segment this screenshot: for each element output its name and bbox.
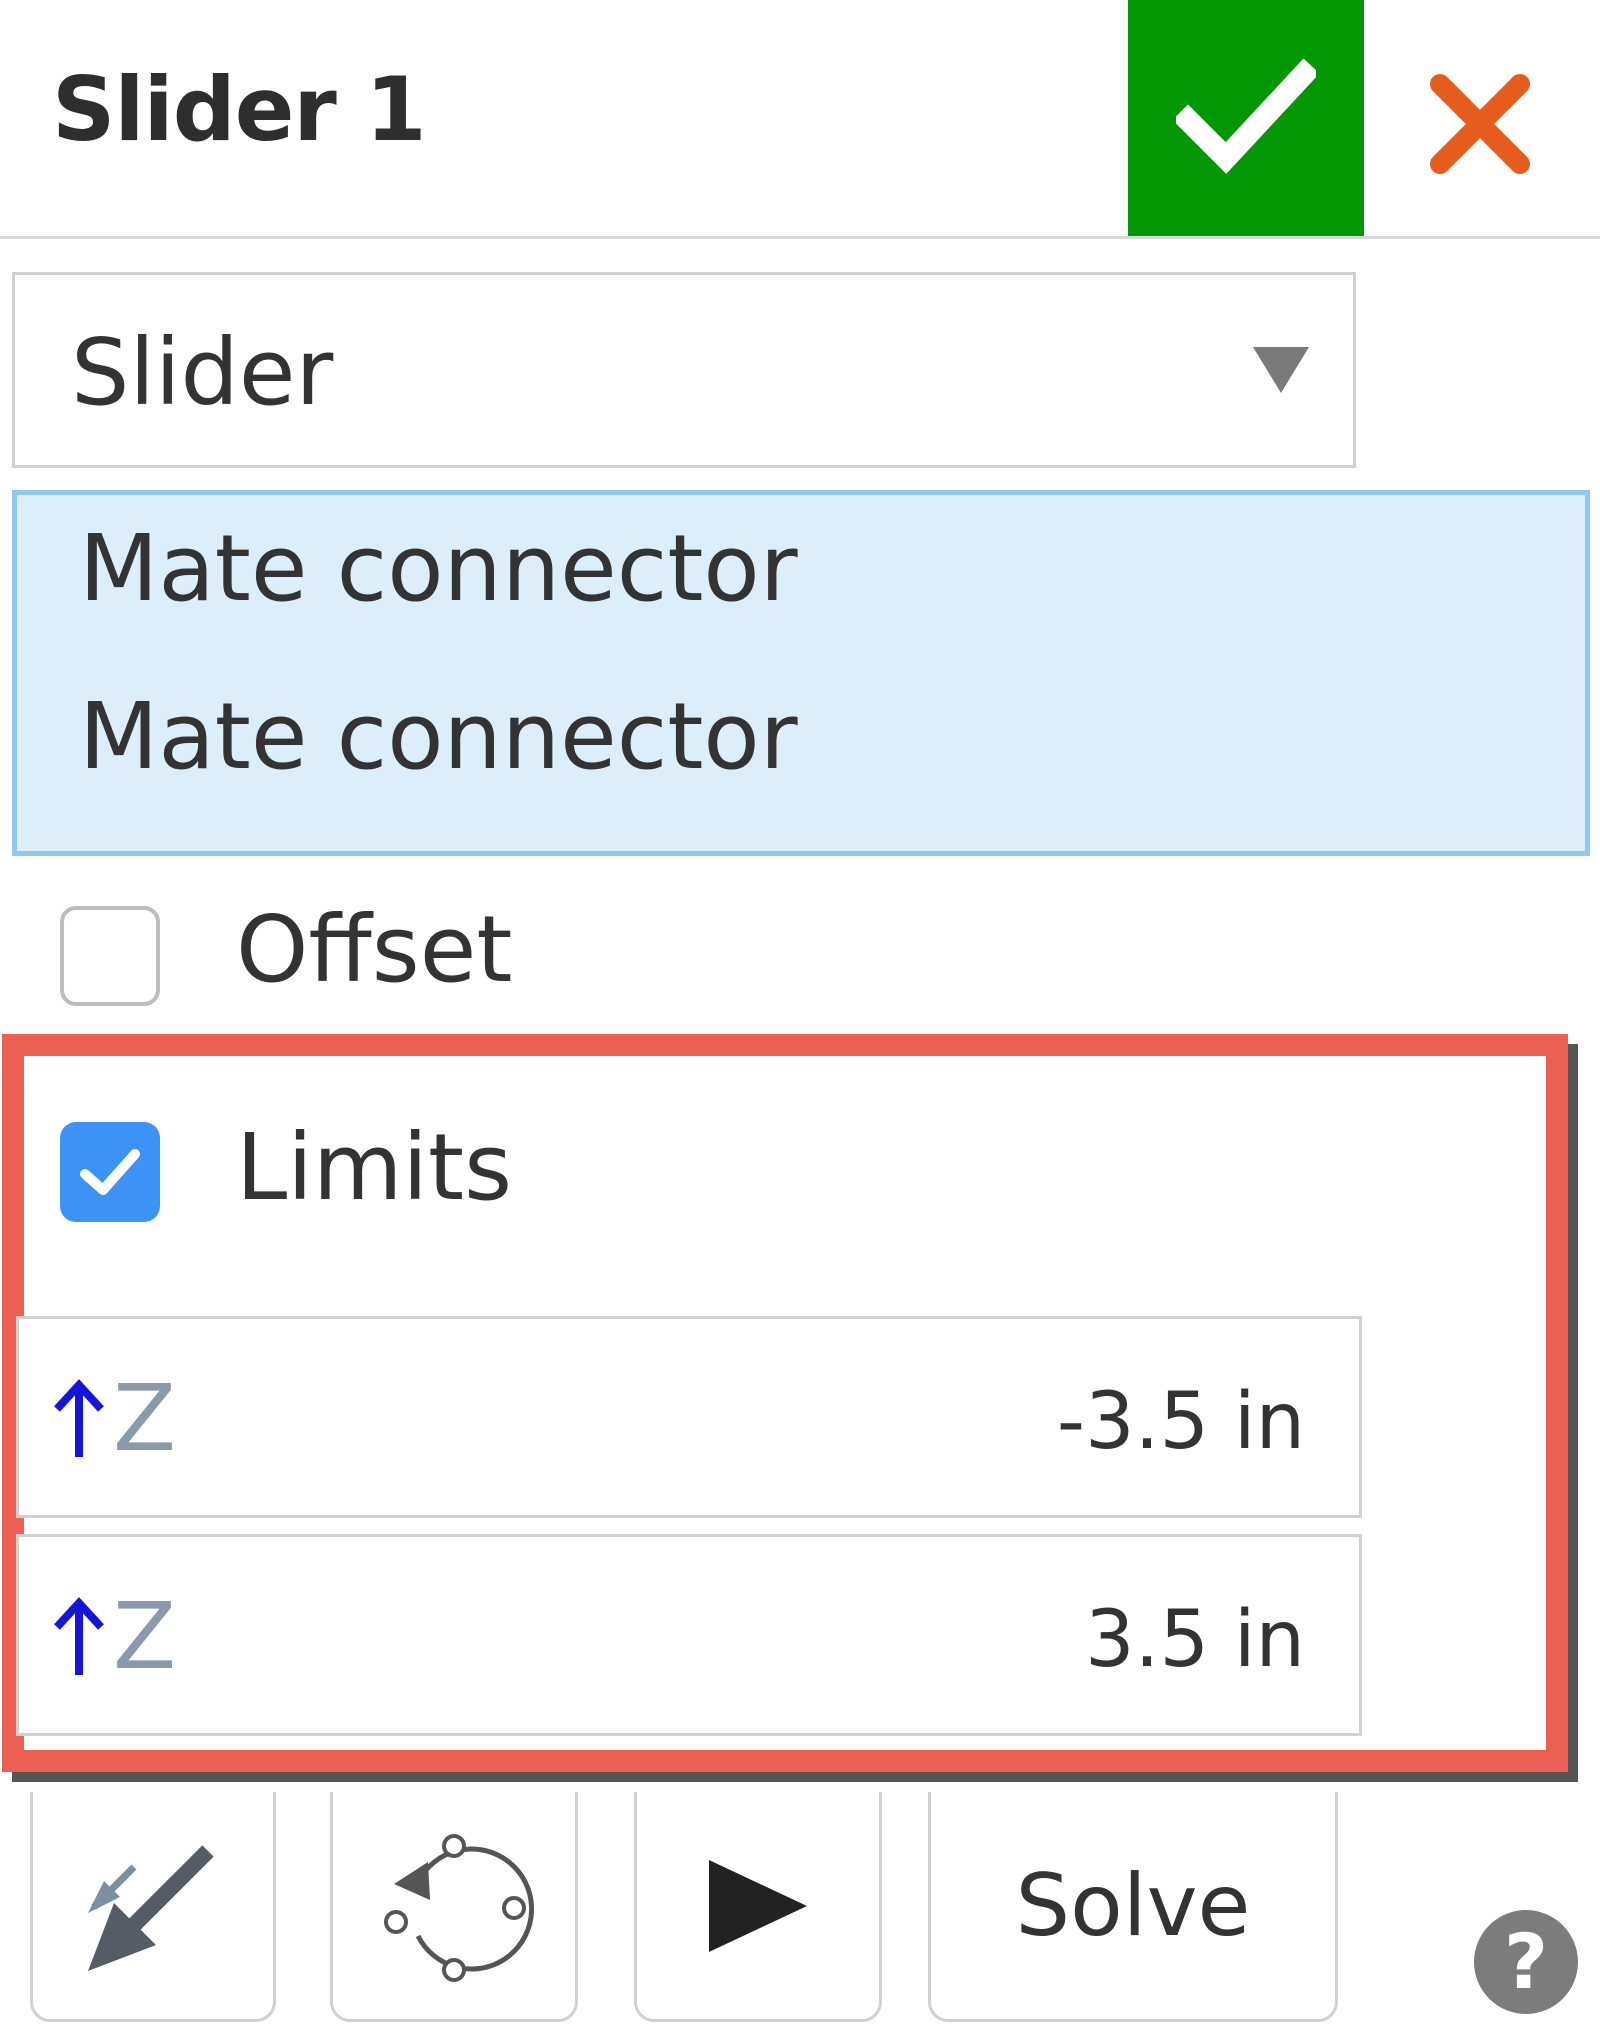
offset-label: Offset (236, 896, 513, 1003)
accept-button[interactable] (1128, 0, 1364, 236)
help-icon[interactable]: ? (1474, 1910, 1578, 2014)
checkmark-icon (80, 1149, 140, 1195)
reorient-secondary-axis-icon (384, 1833, 534, 1982)
limit-axis: Z (51, 1373, 176, 1465)
limit-max-input[interactable]: Z 3.5 in (16, 1534, 1362, 1736)
header-divider (0, 236, 1600, 239)
close-icon (1430, 74, 1530, 174)
axis-letter: Z (113, 1583, 177, 1690)
arrow-up-icon (54, 1379, 104, 1457)
list-item[interactable]: Mate connector (79, 691, 798, 783)
mate-selection-list[interactable]: Mate connector Mate connector (12, 490, 1590, 856)
chevron-down-icon (1253, 347, 1309, 393)
flip-primary-axis-icon (88, 1844, 214, 1971)
limit-min-value: -3.5 in (1056, 1377, 1305, 1467)
flip-primary-axis-button[interactable] (30, 1792, 276, 2022)
animate-button[interactable] (634, 1792, 882, 2022)
limit-min-input[interactable]: Z -3.5 in (16, 1316, 1362, 1518)
mate-type-value: Slider (71, 319, 334, 426)
check-icon (1176, 58, 1316, 174)
limits-label: Limits (236, 1114, 512, 1221)
dialog-title: Slider 1 (52, 58, 427, 161)
cancel-button[interactable] (1410, 54, 1550, 194)
arrow-up-icon (54, 1597, 104, 1675)
mate-type-select[interactable]: Slider (12, 272, 1356, 468)
list-item[interactable]: Mate connector (79, 523, 798, 615)
reorient-secondary-axis-button[interactable] (330, 1792, 578, 2022)
play-icon (709, 1859, 807, 1952)
solve-label: Solve (1015, 1855, 1251, 1956)
limit-axis: Z (51, 1591, 176, 1683)
axis-letter: Z (113, 1365, 177, 1472)
solve-button[interactable]: Solve (928, 1792, 1338, 2022)
offset-checkbox[interactable] (60, 906, 160, 1006)
limits-checkbox[interactable] (60, 1122, 160, 1222)
limit-max-value: 3.5 in (1085, 1595, 1305, 1685)
